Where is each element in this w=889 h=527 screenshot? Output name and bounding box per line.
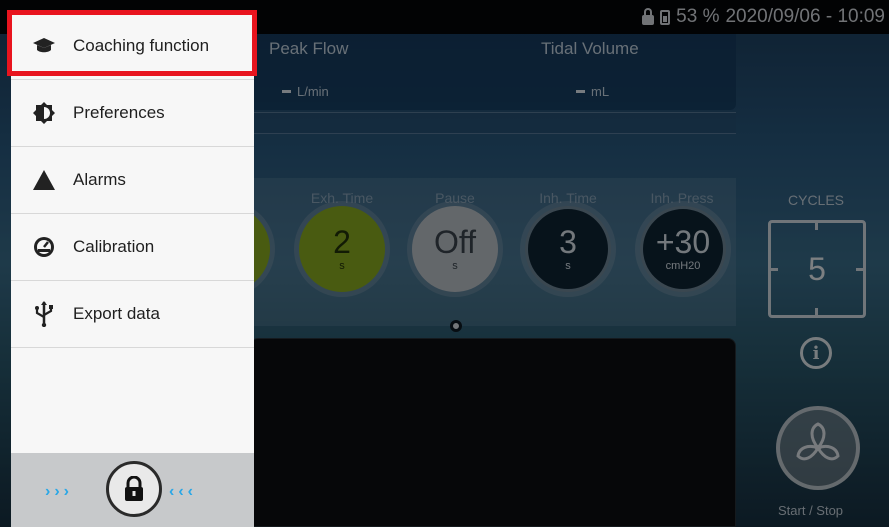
drawer-lock-bar: ››› ‹‹‹ xyxy=(11,453,254,527)
gauge-icon xyxy=(29,232,59,262)
menu-item-calibration[interactable]: Calibration xyxy=(11,214,254,281)
alarm-triangle-icon xyxy=(29,165,59,195)
menu-label-calibration: Calibration xyxy=(73,237,155,256)
screen-lock-button[interactable] xyxy=(106,461,162,517)
highlight-annotation xyxy=(7,10,257,76)
menu-label-preferences: Preferences xyxy=(73,103,165,122)
menu-item-preferences[interactable]: Preferences xyxy=(11,80,254,147)
menu-label-alarms: Alarms xyxy=(73,170,126,189)
preferences-icon xyxy=(29,98,59,128)
navigation-drawer: Coaching function Preferences Alarms Cal… xyxy=(11,13,254,527)
menu-item-export-data[interactable]: Export data xyxy=(11,281,254,348)
usb-icon xyxy=(29,299,59,329)
lock-icon xyxy=(125,476,143,501)
menu-item-alarms[interactable]: Alarms xyxy=(11,147,254,214)
menu-label-export-data: Export data xyxy=(73,304,160,323)
chevron-right-icon: ››› xyxy=(45,483,73,500)
chevron-left-icon: ‹‹‹ xyxy=(169,483,197,500)
